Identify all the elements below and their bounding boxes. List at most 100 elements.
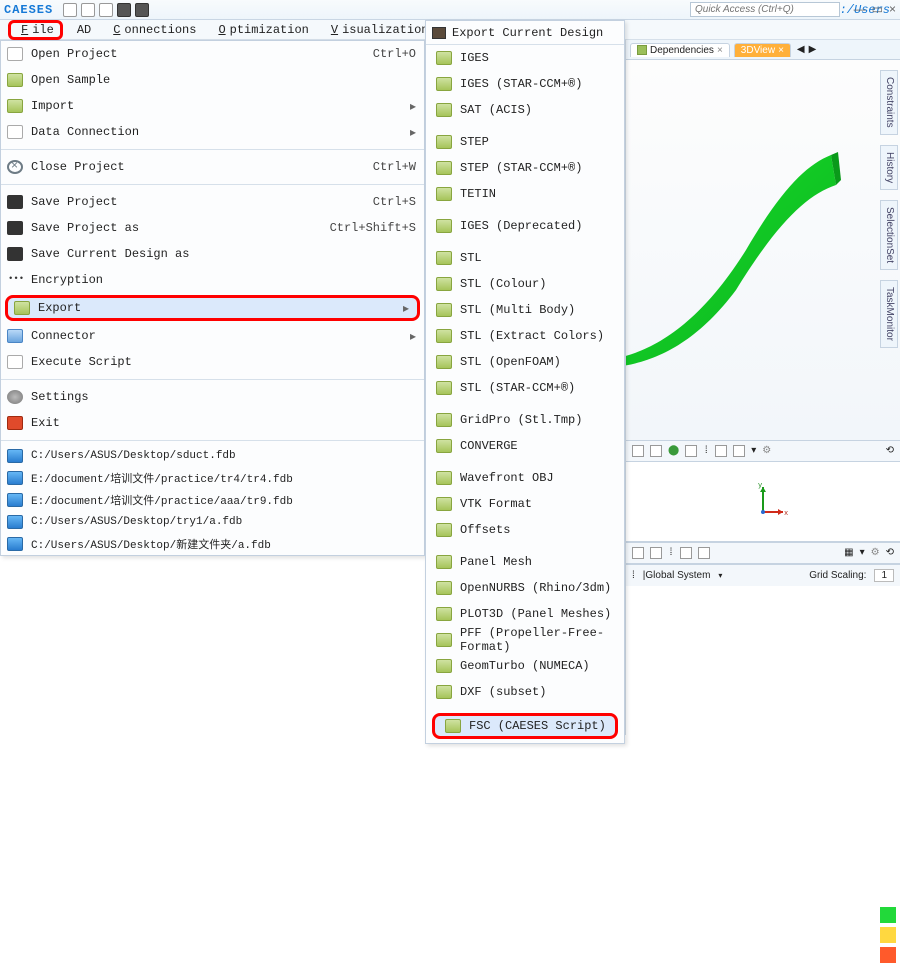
export-item[interactable]: STL (STAR-CCM+®) [426,375,624,401]
vp-grid-icon[interactable]: ▦ [844,547,853,559]
vp-tool-icon[interactable]: ▾ [751,445,756,457]
export-item[interactable]: STL (OpenFOAM) [426,349,624,375]
menu-export[interactable]: Export ▸ [5,295,420,321]
tab-nav-next[interactable]: ▶ [809,44,817,55]
recent-file[interactable]: E:/document/培训文件/practice/aaa/tr9.fdb [1,489,424,511]
export-item[interactable]: SAT (ACIS) [426,97,624,123]
export-item[interactable]: STL (Colour) [426,271,624,297]
vp-tool-icon[interactable]: ⟲ [886,445,894,457]
connector-icon [7,329,23,343]
export-item[interactable]: VTK Format [426,491,624,517]
quick-access-input[interactable] [690,2,840,17]
side-tab-history[interactable]: History [880,145,898,190]
vp-tool-icon[interactable]: ⚙ [762,445,771,457]
menu-label: Save Current Design as [31,247,416,261]
export-item[interactable]: DXF (subset) [426,679,624,705]
vp-tool-icon[interactable] [650,445,662,457]
menu-data-connection[interactable]: Data Connection ▸ [1,119,424,145]
close-tab-icon[interactable]: × [778,45,784,56]
vp-tool-icon[interactable]: ▾ [860,547,865,559]
export-item[interactable]: STL (Extract Colors) [426,323,624,349]
export-item[interactable]: OpenNURBS (Rhino/3dm) [426,575,624,601]
tab-nav-prev[interactable]: ◀ [797,44,805,55]
menu-execute-script[interactable]: Execute Script [1,349,424,375]
export-item[interactable]: IGES (STAR-CCM+®) [426,71,624,97]
vp-tool-icon[interactable] [698,547,710,559]
maximize-button[interactable]: ▭ [872,2,883,16]
menu-visualization[interactable]: Visualization [323,22,433,38]
export-item[interactable]: IGES [426,45,624,71]
coord-system-label[interactable]: |Global System [643,570,711,581]
export-item[interactable]: IGES (Deprecated) [426,213,624,239]
vp-tool-icon[interactable] [650,547,662,559]
vp-tool-icon[interactable] [715,445,727,457]
menu-save-current-design-as[interactable]: Save Current Design as [1,241,424,267]
menu-settings[interactable]: Settings [1,384,424,410]
exit-icon [7,416,23,430]
menu-optimization[interactable]: Optimization [210,22,312,38]
menu-save-project-as[interactable]: Save Project as Ctrl+Shift+S [1,215,424,241]
close-tab-icon[interactable]: × [717,45,723,56]
menu-connections[interactable]: Connections [105,22,200,38]
recent-file[interactable]: E:/document/培训文件/practice/tr4/tr4.fdb [1,467,424,489]
menu-close-project[interactable]: Close Project Ctrl+W [1,154,424,180]
export-item[interactable]: Panel Mesh [426,549,624,575]
vp-tool-icon[interactable]: ⚙ [871,547,880,559]
export-item[interactable]: TETIN [426,181,624,207]
minimize-button[interactable]: — [854,2,866,16]
export-item[interactable]: CONVERGE [426,433,624,459]
menu-cad[interactable]: AD [73,22,95,38]
recent-file[interactable]: C:/Users/ASUS/Desktop/新建文件夹/a.fdb [1,533,424,555]
export-item[interactable]: Offsets [426,517,624,543]
export-header-icon [432,27,446,39]
export-item[interactable]: STL [426,245,624,271]
toolbar-new-icon[interactable] [63,3,77,17]
tab-3dview[interactable]: 3DView × [734,43,791,57]
dots-icon [7,273,23,287]
recent-file-label: C:/Users/ASUS/Desktop/sduct.fdb [31,450,416,462]
menu-file[interactable]: File [8,20,63,40]
export-item[interactable]: PLOT3D (Panel Meshes) [426,601,624,627]
menu-connector[interactable]: Connector ▸ [1,323,424,349]
menu-encryption[interactable]: Encryption [1,267,424,293]
toolbar-save-icon[interactable] [117,3,131,17]
export-item[interactable]: GridPro (Stl.Tmp) [426,407,624,433]
export-item[interactable]: GeomTurbo (NUMECA) [426,653,624,679]
menu-import[interactable]: Import ▸ [1,93,424,119]
menu-exit[interactable]: Exit [1,410,424,436]
export-item-label: STEP [460,135,616,149]
side-tab-taskmonitor[interactable]: TaskMonitor [880,280,898,348]
menu-open-sample[interactable]: Open Sample [1,67,424,93]
export-item-label: OpenNURBS (Rhino/3dm) [460,581,616,595]
vp-tool-icon[interactable] [632,445,644,457]
vp-tool-icon[interactable] [685,445,697,457]
vp-tool-icon[interactable]: ⟲ [886,547,894,559]
export-item[interactable]: STEP (STAR-CCM+®) [426,155,624,181]
recent-file[interactable]: C:/Users/ASUS/Desktop/try1/a.fdb [1,511,424,533]
folder-icon [436,381,452,395]
side-tab-constraints[interactable]: Constraints [880,70,898,135]
side-tab-selectionset[interactable]: SelectionSet [880,200,898,270]
script-icon [7,355,23,369]
export-item-label: IGES [460,51,616,65]
tab-dependencies[interactable]: Dependencies × [630,43,730,57]
export-item[interactable]: STEP [426,129,624,155]
export-item[interactable]: STL (Multi Body) [426,297,624,323]
toolbar-saveall-icon[interactable] [135,3,149,17]
folder-icon [436,329,452,343]
menu-save-project[interactable]: Save Project Ctrl+S [1,189,424,215]
grid-scaling-input[interactable]: 1 [874,569,894,582]
toolbar-refresh-icon[interactable] [99,3,113,17]
toolbar-open-icon[interactable] [81,3,95,17]
folder-icon [436,187,452,201]
close-button[interactable]: × [889,2,896,16]
export-item[interactable]: FSC (CAESES Script) [432,713,618,739]
vp-tool-icon[interactable] [733,445,745,457]
recent-file[interactable]: C:/Users/ASUS/Desktop/sduct.fdb [1,445,424,467]
menu-open-project[interactable]: Open Project Ctrl+O [1,41,424,67]
viewport-3d[interactable] [626,60,900,440]
vp-tool-icon[interactable] [632,547,644,559]
vp-tool-icon[interactable] [680,547,692,559]
export-item[interactable]: Wavefront OBJ [426,465,624,491]
export-item[interactable]: PFF (Propeller-Free-Format) [426,627,624,653]
